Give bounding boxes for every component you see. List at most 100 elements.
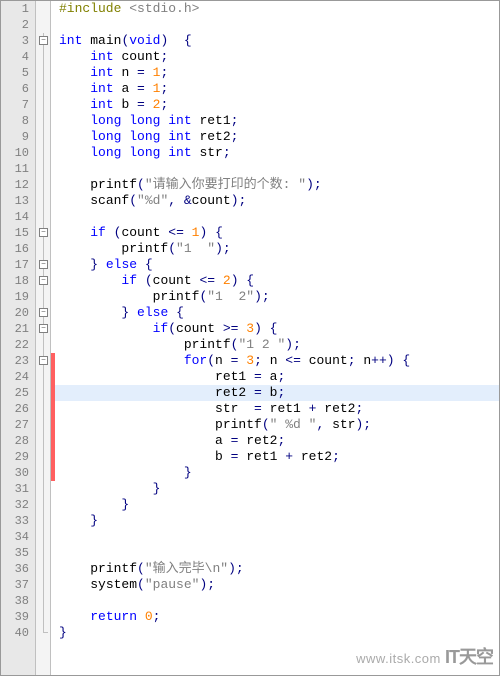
code-line[interactable] [55,17,499,33]
code-line[interactable]: if (count <= 1) { [55,225,499,241]
code-line[interactable] [55,545,499,561]
code-line[interactable]: str = ret1 + ret2; [55,401,499,417]
token-fn: printf [90,561,137,576]
token-op: , [316,417,332,432]
code-line[interactable]: long long int str; [55,145,499,161]
token-op: ); [231,193,247,208]
fold-toggle-icon[interactable]: − [39,228,48,237]
fold-cell[interactable]: − [36,33,50,49]
token-op: ) { [231,273,254,288]
code-line[interactable]: int n = 1; [55,65,499,81]
token-kw: for [184,353,207,368]
fold-cell [36,609,50,625]
token-op: ( [168,241,176,256]
code-line[interactable]: printf("1 2 "); [55,337,499,353]
code-editor[interactable]: 1234567891011121314151617181920212223242… [1,1,499,675]
code-line[interactable]: int b = 2; [55,97,499,113]
token-op: ; [160,97,168,112]
code-line[interactable]: int a = 1; [55,81,499,97]
token-id [59,321,153,336]
token-op: { [145,257,153,272]
code-line[interactable]: a = ret2; [55,433,499,449]
line-number: 36 [1,561,35,577]
fold-toggle-icon[interactable]: − [39,324,48,333]
fold-toggle-icon[interactable]: − [39,36,48,45]
fold-cell [36,193,50,209]
fold-toggle-icon[interactable]: − [39,308,48,317]
token-op: ); [355,417,371,432]
code-line[interactable]: printf("输入完毕\n"); [55,561,499,577]
fold-cell [36,113,50,129]
code-line[interactable]: long long int ret1; [55,113,499,129]
fold-cell [36,577,50,593]
token-kw: if [153,321,169,336]
token-id: b [121,97,137,112]
token-op: ); [285,337,301,352]
fold-toggle-icon[interactable]: − [39,260,48,269]
code-line[interactable]: if (count <= 2) { [55,273,499,289]
code-line[interactable] [55,209,499,225]
code-line[interactable]: printf(" %d ", str); [55,417,499,433]
fold-cell[interactable]: − [36,305,50,321]
code-line[interactable]: } [55,465,499,481]
fold-toggle-icon[interactable]: − [39,276,48,285]
fold-cell[interactable]: − [36,225,50,241]
token-pp: #include [59,1,129,16]
fold-toggle-icon[interactable]: − [39,356,48,365]
code-line[interactable]: printf("请输入你要打印的个数: "); [55,177,499,193]
token-id: count [309,353,348,368]
code-line[interactable]: } else { [55,305,499,321]
code-line[interactable]: } [55,481,499,497]
line-number: 37 [1,577,35,593]
code-line[interactable]: scanf("%d", &count); [55,193,499,209]
token-id [59,65,90,80]
token-op: ; [277,433,285,448]
code-line[interactable]: if(count >= 3) { [55,321,499,337]
line-number: 40 [1,625,35,641]
line-number: 34 [1,529,35,545]
line-number: 18 [1,273,35,289]
code-line[interactable] [55,593,499,609]
code-line[interactable]: printf("1 2"); [55,289,499,305]
code-line[interactable]: int main(void) { [55,33,499,49]
line-number: 21 [1,321,35,337]
token-num: 0 [145,609,153,624]
code-line[interactable]: return 0; [55,609,499,625]
code-line[interactable]: ret1 = a; [55,369,499,385]
token-ty: long long int [90,129,199,144]
token-ty: void [129,33,160,48]
code-line[interactable]: } [55,497,499,513]
line-number: 29 [1,449,35,465]
code-line[interactable]: system("pause"); [55,577,499,593]
fold-cell[interactable]: − [36,257,50,273]
code-line[interactable]: int count; [55,49,499,65]
fold-cell[interactable]: − [36,353,50,369]
code-line[interactable]: for(n = 3; n <= count; n++) { [55,353,499,369]
code-line[interactable]: } [55,513,499,529]
code-line[interactable]: long long int ret2; [55,129,499,145]
fold-cell[interactable]: − [36,321,50,337]
token-id [59,129,90,144]
line-number: 4 [1,49,35,65]
line-number: 19 [1,289,35,305]
code-line[interactable]: #include <stdio.h> [55,1,499,17]
token-fn: printf [121,241,168,256]
code-line[interactable]: } [55,625,499,641]
code-area[interactable]: #include <stdio.h> int main(void) { int c… [55,1,499,675]
code-line[interactable] [55,529,499,545]
code-line[interactable]: printf("1 "); [55,241,499,257]
fold-cell [36,129,50,145]
code-line[interactable]: } else { [55,257,499,273]
token-id [59,49,90,64]
code-line[interactable] [55,161,499,177]
token-inc: <stdio.h> [129,1,199,16]
fold-column[interactable]: − − − − − − − [36,1,51,675]
code-line[interactable]: ret2 = b; [55,385,499,401]
fold-cell [36,241,50,257]
code-line[interactable]: b = ret1 + ret2; [55,449,499,465]
fold-cell [36,593,50,609]
fold-cell[interactable]: − [36,273,50,289]
token-id [98,257,106,272]
token-kw: if [121,273,137,288]
token-op: = [254,369,270,384]
